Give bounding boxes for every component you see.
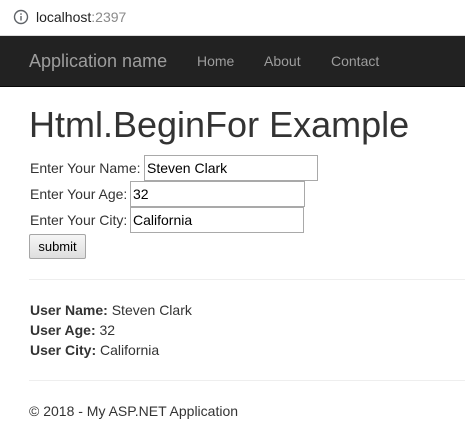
city-label: Enter Your City: <box>30 212 128 228</box>
url-port: :2397 <box>91 9 127 25</box>
page-title: Html.BeginFor Example <box>29 104 410 145</box>
result-city-value: California <box>100 342 160 358</box>
result-user-age: User Age: 32 <box>30 322 115 338</box>
browser-url[interactable]: localhost:2397 <box>36 9 126 25</box>
divider <box>29 279 465 280</box>
result-age-label: User Age: <box>30 322 96 338</box>
navbar: Application name Home About Contact <box>0 36 465 87</box>
info-circle-icon[interactable] <box>13 9 29 25</box>
browser-address-bar[interactable]: localhost:2397 <box>0 0 465 36</box>
age-input[interactable] <box>130 181 305 207</box>
result-age-value: 32 <box>99 322 116 338</box>
submit-button[interactable]: submit <box>29 234 86 259</box>
divider <box>29 380 465 381</box>
nav-link-about[interactable]: About <box>264 53 301 69</box>
name-input[interactable] <box>144 155 318 181</box>
footer-text: © 2018 - My ASP.NET Application <box>29 403 239 419</box>
result-name-value: Steven Clark <box>111 302 192 318</box>
age-label: Enter Your Age: <box>30 186 128 202</box>
nav-link-home[interactable]: Home <box>197 53 234 69</box>
result-user-city: User City: California <box>30 342 159 358</box>
name-label: Enter Your Name: <box>30 160 141 176</box>
nav-link-contact[interactable]: Contact <box>331 53 379 69</box>
city-input[interactable] <box>130 207 304 233</box>
navbar-brand-link[interactable]: Application name <box>29 51 167 71</box>
result-name-label: User Name: <box>30 302 108 318</box>
result-city-label: User City: <box>30 342 97 358</box>
result-user-name: User Name: Steven Clark <box>30 302 192 318</box>
url-host: localhost <box>36 9 92 25</box>
